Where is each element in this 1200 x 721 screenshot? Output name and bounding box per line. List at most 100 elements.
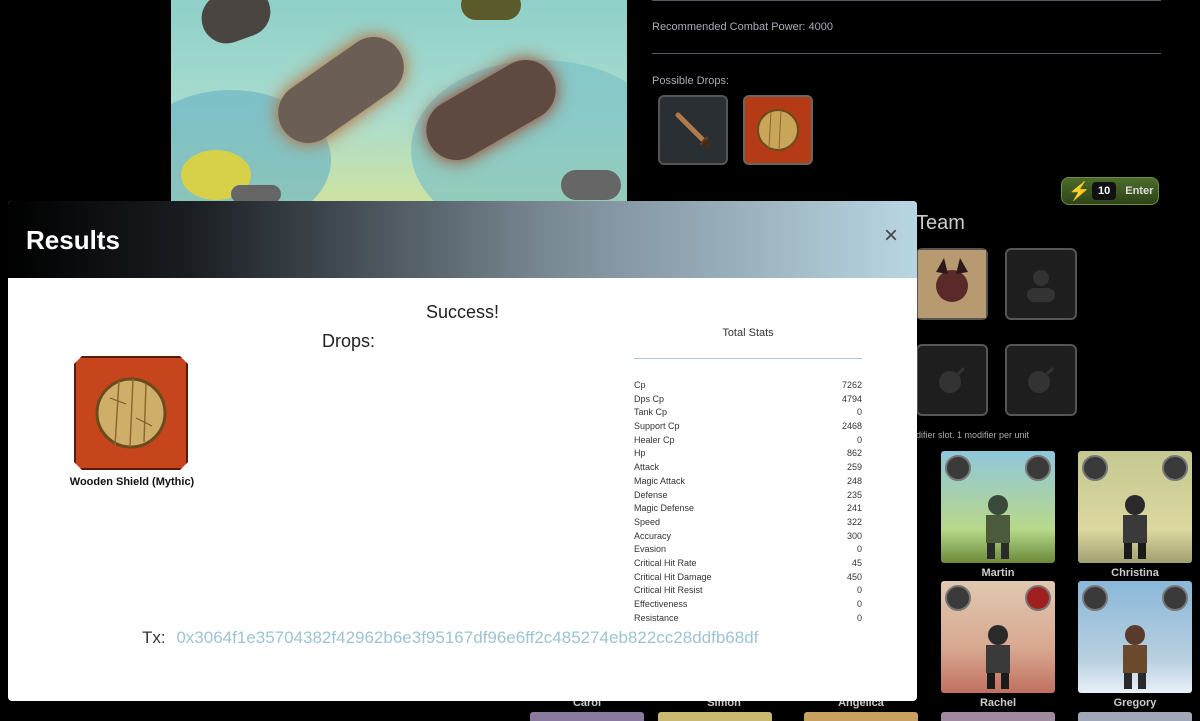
- stat-value: 0: [856, 612, 862, 623]
- hero-name: Christina: [1111, 567, 1159, 579]
- modifier-slot[interactable]: [1005, 344, 1077, 416]
- stat-value: 0: [856, 434, 862, 445]
- stat-value: 4794: [841, 393, 862, 404]
- stat-label: Magic Attack: [634, 475, 686, 486]
- drops-heading: Drops:: [322, 331, 376, 351]
- stat-label: Effectiveness: [634, 599, 688, 609]
- hero-card[interactable]: [941, 581, 1055, 693]
- hero-card[interactable]: [658, 712, 772, 721]
- stat-row: Magic Defense 241: [634, 502, 862, 516]
- stat-label: Evasion: [634, 544, 667, 555]
- team-slot-empty[interactable]: [1005, 248, 1077, 320]
- modal-header: Results ×: [8, 201, 917, 278]
- enter-label: Enter: [1125, 185, 1154, 197]
- drop-item-name: Wooden Shield (Mythic): [69, 476, 195, 488]
- hero-card[interactable]: [1078, 581, 1192, 693]
- hero-sprite-icon: [986, 625, 1010, 689]
- stat-row: Critical Hit Resist 0: [634, 584, 862, 598]
- stat-value: 300: [846, 530, 862, 541]
- stat-label: Attack: [634, 462, 660, 473]
- sword-icon: [675, 112, 712, 149]
- possible-drop-wooden-shield[interactable]: [743, 95, 813, 165]
- stats-table: Cp 7262 Dps Cp 4794 Tank Cp 0 Support Cp 2468 He…: [634, 379, 862, 625]
- stat-label: Critical Hit Damage: [634, 571, 712, 582]
- stat-label: Cp: [634, 380, 646, 390]
- stat-label: Support Cp: [634, 421, 680, 432]
- recommended-cp: Recommended Combat Power: 4000: [652, 21, 833, 33]
- stat-value: 862: [846, 448, 862, 459]
- drop-item-card[interactable]: [74, 356, 188, 470]
- hero-name: Martin: [981, 567, 1015, 579]
- stat-label: Resistance: [634, 612, 679, 623]
- hero-name: Gregory: [1113, 697, 1157, 709]
- hero-portrait-icon: [918, 250, 986, 318]
- tx-hash-link[interactable]: 0x3064f1e35704382f42962b6e3f95167df96e6f…: [176, 628, 758, 647]
- stat-row: Speed 322: [634, 516, 862, 530]
- element-badge-icon: [1025, 585, 1051, 611]
- modifier-slot[interactable]: [916, 344, 988, 416]
- team-slot-filled[interactable]: [916, 248, 988, 320]
- stat-row: Evasion 0: [634, 543, 862, 557]
- stat-value: 2468: [841, 421, 862, 432]
- stat-row: Healer Cp 0: [634, 434, 862, 448]
- stat-value: 0: [856, 407, 862, 418]
- hero-sprite-icon: [1123, 495, 1147, 559]
- hero-sprite-icon: [986, 495, 1010, 559]
- stat-row: Accuracy 300: [634, 530, 862, 544]
- stat-value: 241: [846, 503, 862, 514]
- class-badge-icon: [1082, 455, 1108, 481]
- total-stats-title: Total Stats: [722, 327, 774, 339]
- hero-sprite-icon: [1123, 625, 1147, 689]
- stat-value: 322: [846, 516, 862, 527]
- bomb-placeholder-icon: [939, 366, 966, 393]
- stat-label: Tank Cp: [634, 407, 668, 418]
- element-badge-icon: [1162, 455, 1188, 481]
- stat-label: Hp: [634, 448, 646, 459]
- tx-label: Tx:: [142, 628, 166, 647]
- stat-label: Critical Hit Resist: [634, 585, 703, 596]
- hero-card[interactable]: [804, 712, 918, 721]
- enter-button[interactable]: ⚡ 10 Enter: [1061, 177, 1159, 205]
- class-badge-icon: [945, 585, 971, 611]
- possible-drops-label: Possible Drops:: [652, 75, 730, 87]
- stat-label: Healer Cp: [634, 434, 675, 445]
- stat-label: Accuracy: [634, 530, 672, 541]
- energy-cost: 10: [1092, 182, 1117, 200]
- stat-row: Resistance 0: [634, 612, 862, 626]
- hero-card[interactable]: [941, 451, 1055, 563]
- stat-value: 450: [846, 571, 862, 582]
- divider: [652, 0, 1161, 1]
- element-badge-icon: [1025, 455, 1051, 481]
- hero-card[interactable]: [1078, 712, 1192, 721]
- results-modal: Results × Success! Drops: Wooden Shield …: [8, 201, 917, 701]
- element-badge-icon: [1162, 585, 1188, 611]
- bomb-placeholder-icon: [1028, 366, 1055, 393]
- hero-name: Rachel: [979, 697, 1017, 709]
- modal-title: Results: [26, 225, 120, 255]
- stat-row: Tank Cp 0: [634, 406, 862, 420]
- stat-value: 45: [851, 557, 862, 568]
- modifier-note: difier slot. 1 modifier per unit: [916, 430, 1030, 440]
- hero-card[interactable]: [1078, 451, 1192, 563]
- possible-drop-sword[interactable]: [658, 95, 728, 165]
- stat-label: Defense: [634, 489, 668, 500]
- stat-row: Dps Cp 4794: [634, 393, 862, 407]
- divider: [652, 53, 1161, 54]
- hero-card[interactable]: [941, 712, 1055, 721]
- person-placeholder-icon: [1027, 270, 1055, 302]
- stat-row: Critical Hit Damage 450: [634, 571, 862, 585]
- transaction: Tx: 0x3064f1e35704382f42962b6e3f95167df9…: [142, 628, 758, 648]
- stat-value: 0: [856, 599, 862, 609]
- hero-card[interactable]: [530, 712, 644, 721]
- energy-icon: ⚡: [1068, 180, 1091, 201]
- team-title: Team: [916, 212, 965, 234]
- close-button[interactable]: ×: [880, 223, 902, 249]
- stat-row: Magic Attack 248: [634, 475, 862, 489]
- stat-value: 235: [846, 489, 862, 500]
- stat-label: Critical Hit Rate: [634, 557, 697, 568]
- stat-label: Magic Defense: [634, 503, 695, 514]
- stat-row: Attack 259: [634, 461, 862, 475]
- stat-row: Cp 7262: [634, 379, 862, 393]
- stat-value: 259: [846, 462, 862, 473]
- wooden-shield-icon: [95, 377, 167, 449]
